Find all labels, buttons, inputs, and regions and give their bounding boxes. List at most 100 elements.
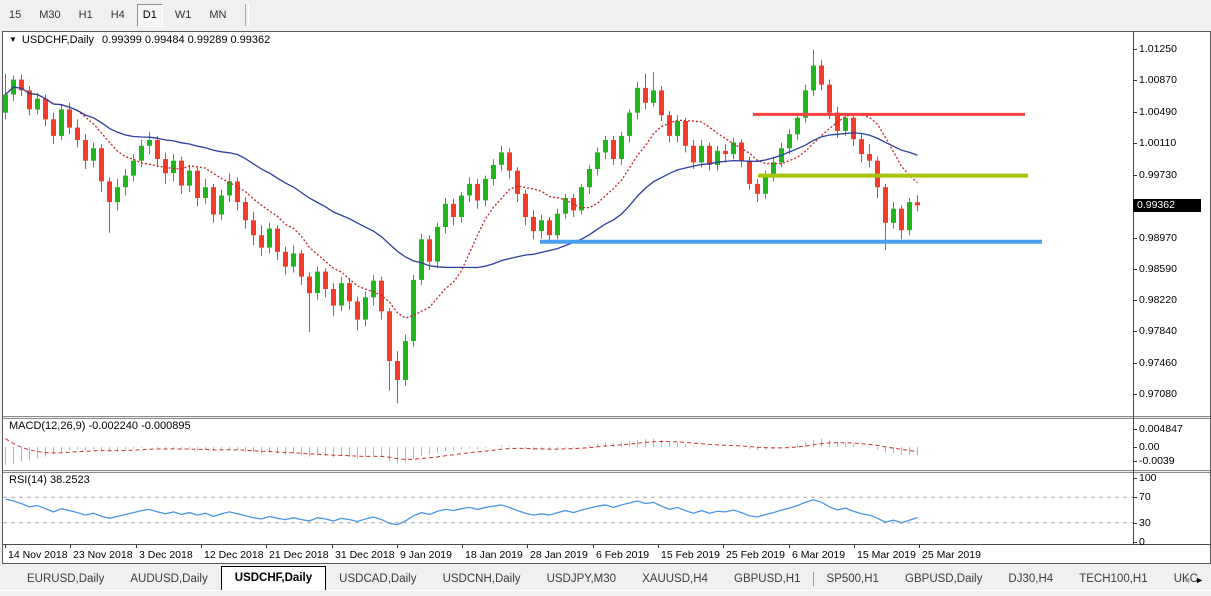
price-axis-label: 0.98970 xyxy=(1139,232,1177,244)
macd-header: MACD(12,26,9) -0.002240 -0.000895 xyxy=(9,420,191,432)
date-tick xyxy=(723,545,724,548)
rsi-axis-label: 30 xyxy=(1139,517,1151,529)
rsi-axis-label-tick xyxy=(1133,542,1137,543)
chart-tab-usdcnh[interactable]: USDCNH,Daily xyxy=(430,568,534,590)
price-axis-label-tick xyxy=(1133,238,1137,239)
date-tick xyxy=(854,545,855,548)
tab-scroll-right-icon[interactable]: ► xyxy=(1195,575,1208,585)
timeframe-button-mn[interactable]: MN xyxy=(203,4,232,27)
timeframe-button-15[interactable]: 15 xyxy=(3,4,27,27)
macd-values: -0.002240 -0.000895 xyxy=(88,420,191,432)
chart-tab-gbpusd[interactable]: GBPUSD,Daily xyxy=(892,568,995,590)
price-axis-label: 1.00870 xyxy=(1139,74,1177,86)
chart-tab-bar: EURUSD,Daily AUDUSD,Daily USDCHF,Daily USDC… xyxy=(0,565,1211,590)
macd-axis-label: -0.0039 xyxy=(1139,455,1175,467)
date-axis-label: 31 Dec 2018 xyxy=(335,549,395,561)
rsi-axis-label-tick xyxy=(1133,478,1137,479)
price-axis-label: 1.00110 xyxy=(1139,137,1177,149)
price-axis-label: 0.98590 xyxy=(1139,263,1177,275)
timeframe-toolbar: 15 M30 H1 H4 D1 W1 MN xyxy=(0,0,1211,30)
tab-scroll-arrows: ◄► xyxy=(1182,575,1208,585)
date-axis-label: 15 Feb 2019 xyxy=(661,549,720,561)
date-axis-label: 6 Mar 2019 xyxy=(792,549,846,561)
macd-axis-label-tick xyxy=(1133,447,1137,448)
macd-axis-label: 0.004847 xyxy=(1139,423,1183,435)
date-axis-label: 28 Jan 2019 xyxy=(530,549,588,561)
date-tick xyxy=(5,545,6,548)
price-axis-label-tick xyxy=(1133,143,1137,144)
price-axis-label: 1.01250 xyxy=(1139,43,1177,55)
macd-title: MACD(12,26,9) xyxy=(9,420,86,432)
status-bar xyxy=(0,590,1211,596)
price-axis-label: 0.99730 xyxy=(1139,169,1177,181)
macd-axis-label: 0.00 xyxy=(1139,441,1160,453)
date-axis-label: 9 Jan 2019 xyxy=(400,549,452,561)
chart-tab-usdjpy[interactable]: USDJPY,M30 xyxy=(534,568,629,590)
price-axis-label-tick xyxy=(1133,175,1137,176)
price-axis-label: 0.97080 xyxy=(1139,388,1177,400)
timeframe-button-m30[interactable]: M30 xyxy=(33,4,66,27)
price-axis-label: 0.98220 xyxy=(1139,294,1177,306)
date-tick xyxy=(201,545,202,548)
chart-tab-gbpusd[interactable]: GBPUSD,H1 xyxy=(721,568,813,590)
date-axis-label: 18 Jan 2019 xyxy=(465,549,523,561)
price-axis-label: 1.00490 xyxy=(1139,106,1177,118)
chart-tab-xauusd[interactable]: XAUUSD,H4 xyxy=(629,568,721,590)
timeframe-button-h1[interactable]: H1 xyxy=(73,4,99,27)
mt4-terminal: 15 M30 H1 H4 D1 W1 MN ▼ USDCHF,Daily 0.99399 0.9… xyxy=(0,0,1211,596)
rsi-axis-label: 100 xyxy=(1139,472,1157,484)
toolbar-separator xyxy=(245,4,250,26)
date-tick xyxy=(658,545,659,548)
ohlc-values: 0.99399 0.99484 0.99289 0.99362 xyxy=(102,34,271,46)
rsi-canvas[interactable] xyxy=(3,473,1133,543)
chart-window: ▼ USDCHF,Daily 0.99399 0.99484 0.99289 0.9… xyxy=(2,31,1211,564)
date-tick xyxy=(70,545,71,548)
chart-tab-usdchf[interactable]: USDCHF,Daily xyxy=(220,566,327,590)
chart-tab-tech100[interactable]: TECH100,H1 xyxy=(1066,568,1160,590)
price-axis-label-tick xyxy=(1133,269,1137,270)
date-tick xyxy=(332,545,333,548)
chart-tab-dj30[interactable]: DJ30,H4 xyxy=(995,568,1066,590)
date-tick xyxy=(397,545,398,548)
current-price-tag: 0.99362 xyxy=(1133,199,1201,212)
price-axis-label-tick xyxy=(1133,300,1137,301)
price-axis-label-tick xyxy=(1133,49,1137,50)
timeframe-button-w1[interactable]: W1 xyxy=(169,4,198,27)
date-tick xyxy=(593,545,594,548)
rsi-value: 38.2523 xyxy=(49,474,90,486)
date-tick xyxy=(919,545,920,548)
rsi-header: RSI(14) 38.2523 xyxy=(9,474,90,486)
chart-symbol-header: ▼ USDCHF,Daily 0.99399 0.99484 0.99289 0.9… xyxy=(9,34,270,46)
timeframe-button-d1[interactable]: D1 xyxy=(136,3,163,27)
price-axis-label: 0.97840 xyxy=(1139,325,1177,337)
date-tick xyxy=(136,545,137,548)
price-axis-label-tick xyxy=(1133,80,1137,81)
rsi-axis-label-tick xyxy=(1133,523,1137,524)
price-axis-line xyxy=(1133,32,1134,544)
rsi-axis-label: 0 xyxy=(1139,536,1145,548)
tab-scroll-left-icon[interactable]: ◄ xyxy=(1182,575,1195,585)
rsi-axis-label: 70 xyxy=(1139,491,1151,503)
price-axis-label: 0.97460 xyxy=(1139,357,1177,369)
date-tick xyxy=(266,545,267,548)
price-axis-label-tick xyxy=(1133,394,1137,395)
chart-tab-usdcad[interactable]: USDCAD,Daily xyxy=(326,568,429,590)
rsi-axis-label-tick xyxy=(1133,497,1137,498)
timeframe-button-h4[interactable]: H4 xyxy=(105,4,131,27)
chart-tab-audusd[interactable]: AUDUSD,Daily xyxy=(117,568,220,590)
date-axis-label: 3 Dec 2018 xyxy=(139,549,193,561)
chart-tab-sp500[interactable]: SP500,H1 xyxy=(814,568,892,590)
macd-axis-label-tick xyxy=(1133,429,1137,430)
date-axis-label: 15 Mar 2019 xyxy=(857,549,916,561)
price-chart-canvas[interactable] xyxy=(3,32,1133,416)
chart-tab-eurusd[interactable]: EURUSD,Daily xyxy=(14,568,117,590)
rsi-title: RSI(14) xyxy=(9,474,47,486)
chart-dropdown-icon[interactable]: ▼ xyxy=(9,35,17,44)
date-tick xyxy=(527,545,528,548)
date-axis-label: 6 Feb 2019 xyxy=(596,549,650,561)
date-axis-label: 21 Dec 2018 xyxy=(269,549,329,561)
macd-axis-label-tick xyxy=(1133,461,1137,462)
symbol-label: USDCHF,Daily xyxy=(21,34,95,46)
time-axis[interactable]: 14 Nov 2018 23 Nov 2018 3 Dec 2018 12 Dec 2… xyxy=(3,544,1210,563)
price-axis-label-tick xyxy=(1133,112,1137,113)
